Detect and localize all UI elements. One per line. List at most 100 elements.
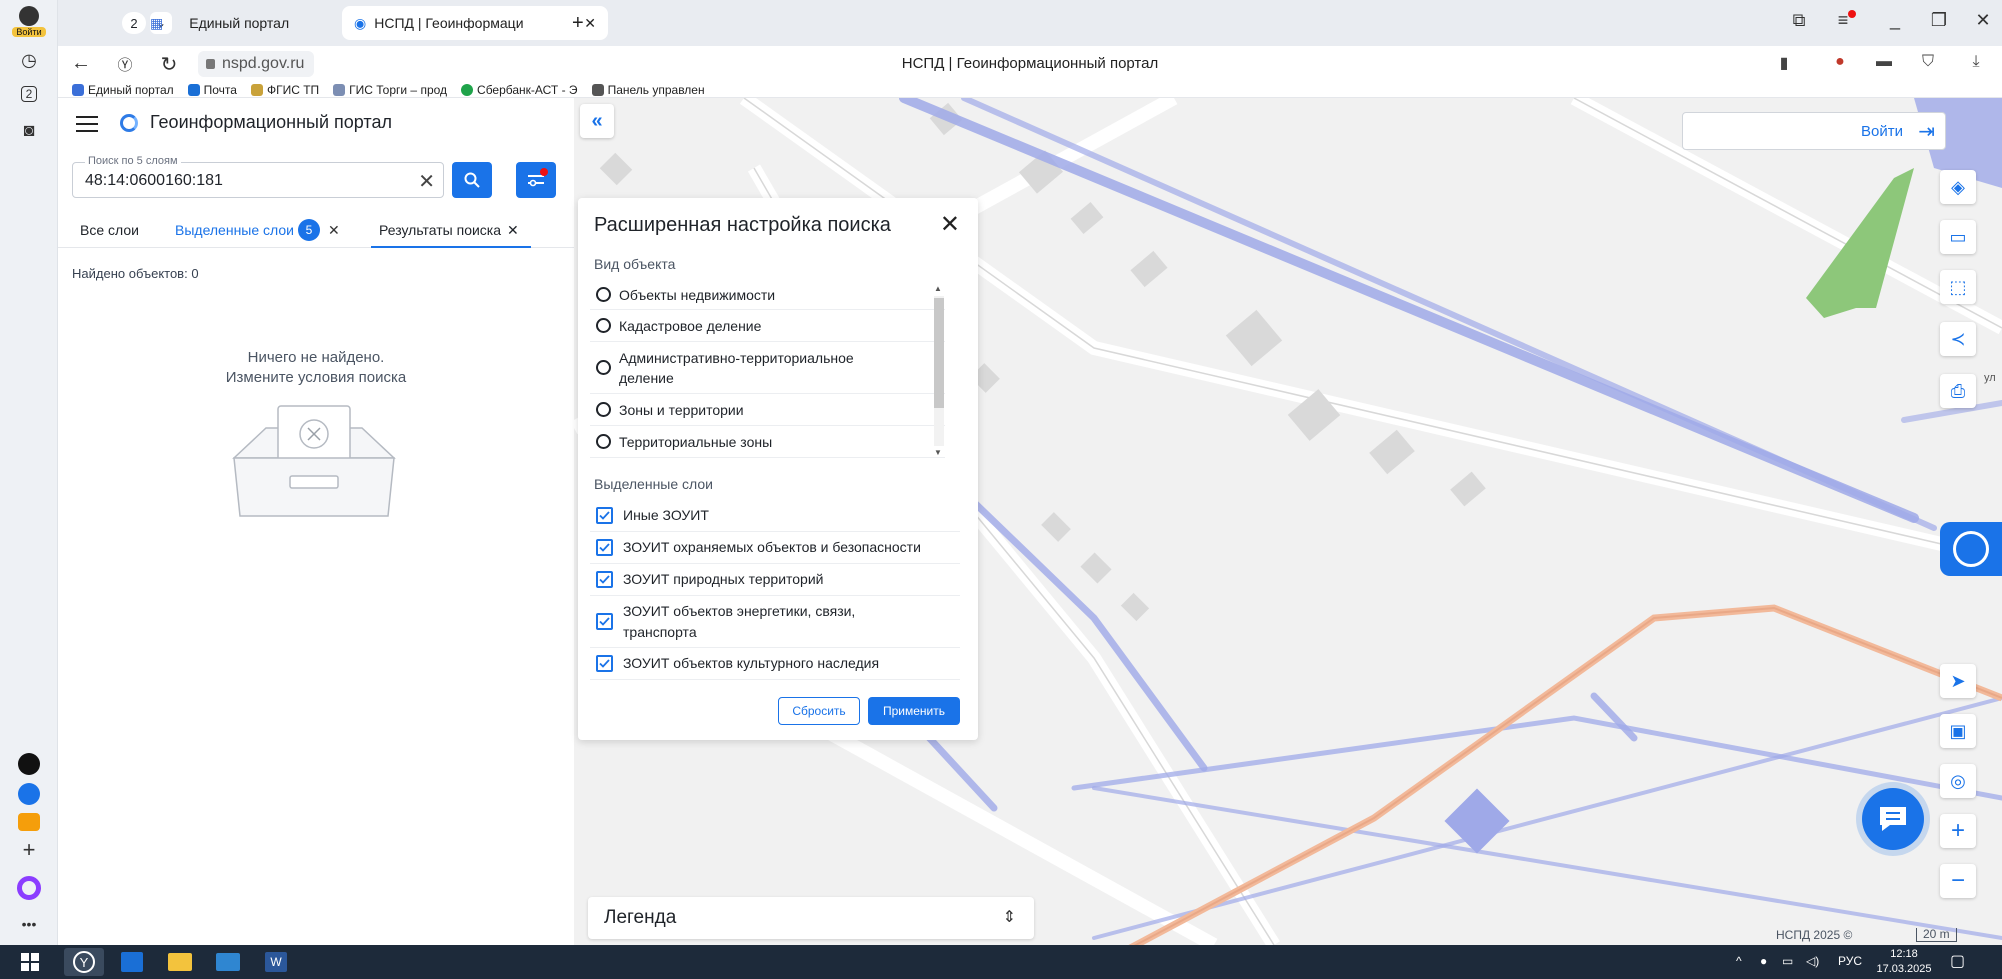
menu-icon[interactable]	[76, 116, 98, 132]
close-window-icon[interactable]: ✕	[1968, 10, 1998, 31]
login-badge: Войти	[12, 27, 46, 37]
clear-icon[interactable]: ✕	[418, 169, 435, 194]
chevron-up-icon[interactable]: ^	[1736, 954, 1742, 968]
bookmark-item[interactable]: ГИС Торги – прод	[333, 83, 447, 97]
layer-checkbox[interactable]: ЗОУИТ охраняемых объектов и безопасности	[590, 532, 960, 564]
reload-icon[interactable]: ↻	[156, 52, 182, 77]
minimap-button[interactable]: ▣	[1940, 714, 1976, 748]
profile-avatar[interactable]: Войти	[8, 6, 50, 38]
download-icon[interactable]: ⤓	[1964, 53, 1988, 75]
tab-portal[interactable]: ▦ Единый портал	[138, 6, 301, 40]
language-indicator[interactable]: РУС	[1838, 954, 1862, 968]
back-icon[interactable]: ←	[68, 52, 94, 75]
print-button[interactable]: ⎙	[1940, 374, 1976, 408]
object-type-scrollbar[interactable]: ▲ ▼	[932, 284, 944, 458]
windows-start-icon[interactable]	[10, 948, 50, 976]
layer-checkbox[interactable]: Иные ЗОУИТ	[590, 500, 960, 532]
alice-icon[interactable]	[15, 874, 43, 902]
new-tab-button[interactable]: +	[560, 6, 596, 40]
bookmark-icon[interactable]: ▮	[1772, 53, 1796, 75]
object-type-option[interactable]: Объекты недвижимости	[590, 280, 945, 310]
history-icon[interactable]: ◷	[15, 46, 43, 74]
layer-checkbox[interactable]: ЗОУИТ природных территорий	[590, 564, 960, 596]
feedback-tab[interactable]	[1940, 522, 2002, 576]
layers-icon: ◈	[1951, 176, 1965, 197]
building-icon	[72, 83, 84, 96]
object-type-option[interactable]: Кадастровое деление	[590, 310, 945, 342]
extensions-icon[interactable]: ⛉	[1916, 53, 1940, 75]
screenshot-icon[interactable]: ◙	[15, 116, 43, 144]
search-settings-button[interactable]	[516, 162, 556, 198]
network-app-icon[interactable]	[208, 948, 248, 976]
layer-checkbox[interactable]: ЗОУИТ объектов энергетики, связи, трансп…	[590, 596, 960, 648]
layers-button[interactable]: ◈	[1940, 170, 1976, 204]
bookmark-item[interactable]: Панель управлен	[591, 83, 705, 97]
clock[interactable]: 12:18 17.03.2025	[1874, 947, 1934, 977]
checkbox-checked-icon	[596, 613, 613, 630]
reset-button[interactable]: Сбросить	[778, 697, 860, 725]
chat-button[interactable]	[1862, 788, 1924, 850]
bookmark-item[interactable]: Почта	[187, 83, 237, 97]
more-icon[interactable]: •••	[15, 910, 43, 938]
close-dialog-icon[interactable]: ✕	[940, 210, 960, 239]
word-icon[interactable]: W	[256, 948, 296, 976]
collapse-panel-button[interactable]: «	[580, 104, 614, 138]
mail-icon[interactable]	[15, 808, 43, 836]
share-button[interactable]: ≺	[1940, 322, 1976, 356]
tab-all-layers[interactable]: Все слои	[80, 222, 139, 238]
object-type-option[interactable]: Административно-территориальное деление	[590, 342, 945, 394]
scroll-thumb[interactable]	[934, 298, 944, 408]
bookmarks-bar: Единый портал Почта ФГИС ТП ГИС Торги – …	[58, 82, 2002, 98]
microphone-icon[interactable]: ●	[1760, 954, 1767, 968]
checkbox-checked-icon	[596, 539, 613, 556]
legend-panel[interactable]: Легенда ⇕	[588, 897, 1034, 939]
bookmark-item[interactable]: Сбербанк-АСТ - Э	[461, 83, 578, 97]
close-icon[interactable]: ✕	[507, 222, 519, 238]
messenger-icon[interactable]	[15, 780, 43, 808]
notifications-icon[interactable]: ▢	[1950, 951, 1965, 971]
ruler-button[interactable]: ▭	[1940, 220, 1976, 254]
shield-icon[interactable]: ▬	[1872, 53, 1896, 75]
login-icon: ⇥	[1918, 121, 1935, 143]
network-icon[interactable]: ▭	[1782, 954, 1793, 968]
scroll-up-icon[interactable]: ▲	[934, 284, 942, 293]
my-location-button[interactable]: ◎	[1940, 764, 1976, 798]
yandex-icon[interactable]: Ⓨ	[112, 54, 138, 75]
app-shortcut-icon[interactable]	[15, 750, 43, 778]
extension-icon[interactable]: ●	[1828, 53, 1852, 75]
menu-icon[interactable]: ≡	[1832, 10, 1862, 31]
park-area	[1806, 168, 1914, 318]
apply-button[interactable]: Применить	[868, 697, 960, 725]
locate-button[interactable]: ➤	[1940, 664, 1976, 698]
share-icon: ≺	[1950, 328, 1966, 349]
bookmark-item[interactable]: Единый портал	[72, 83, 174, 97]
zoom-out-button[interactable]: −	[1940, 864, 1976, 898]
minimize-icon[interactable]: _	[1880, 10, 1910, 31]
restore-icon[interactable]: ❐	[1924, 10, 1954, 31]
empty-state: Ничего не найдено. Измените условия поис…	[58, 348, 574, 388]
zoom-in-button[interactable]: +	[1940, 814, 1976, 848]
outlook-icon[interactable]	[112, 948, 152, 976]
volume-icon[interactable]: ◁)	[1806, 954, 1819, 968]
search-field[interactable]: Поиск по 5 слоям ✕	[72, 155, 444, 198]
tab-selected-layers[interactable]: Выделенные слои 5 ✕	[175, 219, 340, 241]
tab-search-results[interactable]: Результаты поиска ✕	[379, 222, 519, 239]
login-button[interactable]: Войти ⇥	[1682, 112, 1946, 150]
search-button[interactable]	[452, 162, 492, 198]
add-icon[interactable]: +	[15, 836, 43, 864]
close-icon[interactable]: ✕	[328, 222, 340, 238]
search-input[interactable]	[85, 171, 385, 191]
url-field[interactable]: nspd.gov.ru	[198, 51, 315, 77]
portal-left-panel: Геоинформационный портал Поиск по 5 слоя…	[58, 98, 574, 945]
bookmarks-panel-icon[interactable]: ⧉	[1784, 10, 1814, 31]
object-type-option[interactable]: Зоны и территории	[590, 394, 945, 426]
file-explorer-icon[interactable]	[160, 948, 200, 976]
layer-checkbox[interactable]: ЗОУИТ объектов культурного наследия	[590, 648, 960, 680]
radio-icon	[596, 402, 611, 417]
select-area-button[interactable]: ⬚	[1940, 270, 1976, 304]
bookmark-item[interactable]: ФГИС ТП	[250, 83, 319, 97]
object-type-option[interactable]: Территориальные зоны	[590, 426, 945, 458]
scroll-down-icon[interactable]: ▼	[934, 448, 942, 457]
yandex-browser-icon[interactable]: Y	[64, 948, 104, 976]
tabs-counter-icon[interactable]: 2	[15, 80, 43, 108]
